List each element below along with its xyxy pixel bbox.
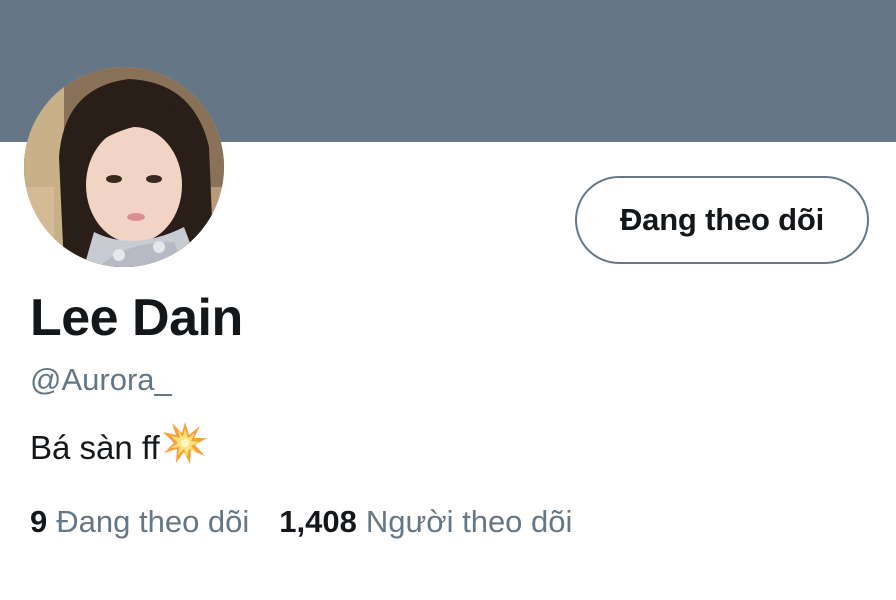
user-handle: @Aurora_	[30, 362, 172, 397]
following-label: Đang theo dõi	[56, 504, 250, 539]
collision-emoji-icon	[162, 420, 208, 475]
followers-stat[interactable]: 1,408 Người theo dõi	[279, 503, 572, 540]
following-stat[interactable]: 9 Đang theo dõi	[30, 503, 249, 540]
bio: Bá sàn ff	[30, 420, 208, 475]
following-button-label: Đang theo dõi	[619, 202, 825, 237]
display-name: Lee Dain	[30, 289, 243, 347]
bio-text: Bá sàn ff	[30, 428, 160, 466]
followers-label: Người theo dõi	[365, 504, 573, 539]
avatar-photo	[24, 67, 224, 267]
following-count: 9	[30, 504, 48, 539]
profile-header: Đang theo dõi Lee Dain @Aurora_ Bá sàn f…	[0, 0, 896, 600]
followers-count: 1,408	[279, 504, 357, 539]
avatar[interactable]	[24, 67, 224, 267]
following-button[interactable]: Đang theo dõi	[575, 176, 869, 264]
profile-stats: 9 Đang theo dõi 1,408 Người theo dõi	[30, 503, 572, 540]
